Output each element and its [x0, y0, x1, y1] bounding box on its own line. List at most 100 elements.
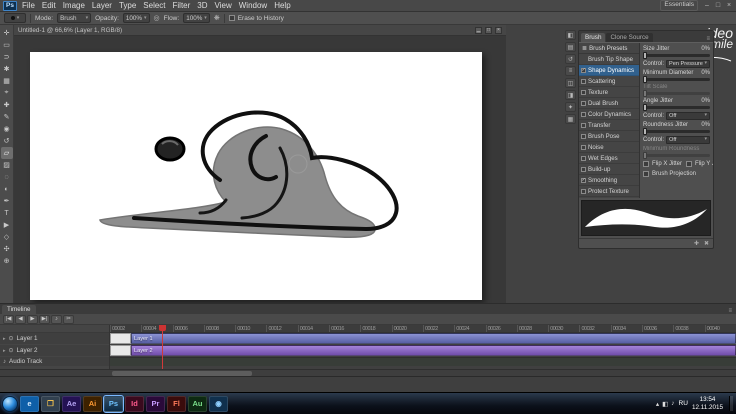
panel-icon[interactable]: ▤: [565, 42, 576, 52]
playhead[interactable]: [159, 325, 166, 369]
panel-icon[interactable]: ◧: [565, 30, 576, 40]
window-control-button[interactable]: –: [703, 2, 711, 9]
taskbar-icon[interactable]: e: [20, 395, 39, 412]
opacity-dropdown[interactable]: 100% ▾: [122, 13, 150, 23]
document-window-button[interactable]: □: [485, 26, 492, 34]
tool-button[interactable]: ◐: [1, 183, 13, 195]
menu-item[interactable]: Image: [63, 1, 85, 10]
document-window-button[interactable]: ×: [495, 26, 502, 34]
tool-button[interactable]: ◇: [1, 231, 13, 243]
brush-option-row[interactable]: ✓ Shape Dynamics: [579, 65, 639, 76]
tool-button[interactable]: ▱: [0, 147, 13, 159]
taskbar-icon[interactable]: Ps: [103, 394, 124, 413]
brush-option-row[interactable]: Texture: [579, 87, 639, 98]
transport-button[interactable]: ▶: [27, 314, 38, 324]
taskbar-icon[interactable]: Au: [188, 395, 207, 412]
brush-option-row[interactable]: Brush Tip Shape: [579, 54, 639, 65]
tool-button[interactable]: ◌: [1, 171, 13, 183]
tray-icon[interactable]: ▴: [656, 400, 659, 408]
brush-option-row[interactable]: Dual Brush: [579, 98, 639, 109]
tool-button[interactable]: ✛: [1, 27, 13, 39]
audio-track-header[interactable]: ♪ Audio Track: [0, 357, 109, 366]
taskbar-icon[interactable]: Id: [125, 395, 144, 412]
brush-presets-button[interactable]: ≣ Brush Presets: [579, 43, 639, 54]
menu-item[interactable]: View: [215, 1, 232, 10]
mode-dropdown[interactable]: Brush ▾: [57, 13, 92, 23]
transport-button[interactable]: ♪: [51, 314, 62, 324]
audio-track-row[interactable]: [110, 357, 736, 366]
panel-tab[interactable]: Brush: [581, 33, 606, 42]
brush-preset-picker[interactable]: ▾: [4, 13, 26, 23]
checkbox-box[interactable]: [643, 160, 649, 167]
workspace-switcher[interactable]: Essentials: [660, 0, 698, 11]
eye-icon[interactable]: ⊙: [9, 347, 14, 354]
tool-button[interactable]: ⊃: [1, 51, 13, 63]
tool-button[interactable]: ✣: [1, 243, 13, 255]
playhead-handle[interactable]: [159, 325, 166, 331]
transport-button[interactable]: ✂: [63, 314, 74, 324]
option-checkbox[interactable]: ✓: [581, 177, 586, 183]
brush-option-row[interactable]: Color Dynamics: [579, 109, 639, 120]
delete-brush-icon[interactable]: ✖: [704, 240, 709, 247]
option-checkbox[interactable]: [581, 122, 586, 128]
option-checkbox[interactable]: [581, 155, 586, 161]
checkbox-box[interactable]: [686, 160, 693, 167]
checkbox-box[interactable]: [643, 170, 649, 177]
angle-control-dropdown[interactable]: Off ▾: [666, 111, 710, 120]
panel-icon[interactable]: ✦: [565, 102, 576, 112]
tool-button[interactable]: ◉: [1, 123, 13, 135]
tool-button[interactable]: ✱: [1, 63, 13, 75]
menu-item[interactable]: Edit: [42, 1, 56, 10]
taskbar-icon[interactable]: Fl: [167, 395, 186, 412]
menu-item[interactable]: File: [22, 1, 35, 10]
roundness-control-dropdown[interactable]: Off ▾: [666, 135, 710, 144]
option-checkbox[interactable]: [581, 78, 586, 84]
erase-to-history-checkbox[interactable]: Erase to History: [228, 15, 284, 22]
language-indicator[interactable]: RU: [679, 400, 688, 407]
document-window-button[interactable]: ▁: [475, 26, 482, 34]
twirl-icon[interactable]: ▸: [3, 348, 6, 354]
panel-icon[interactable]: ◨: [565, 90, 576, 100]
tool-button[interactable]: ▶: [1, 219, 13, 231]
clip-head[interactable]: [110, 345, 131, 356]
angle-jitter-slider[interactable]: [643, 104, 710, 111]
window-control-button[interactable]: ×: [725, 2, 733, 9]
brush-projection-checkbox[interactable]: Brush Projection: [643, 170, 696, 177]
taskbar-icon[interactable]: ❐: [41, 395, 60, 412]
new-brush-icon[interactable]: ✚: [694, 240, 699, 247]
panel-tab[interactable]: Clone Source: [606, 33, 653, 42]
tool-button[interactable]: ⌖: [1, 87, 13, 99]
brush-option-row[interactable]: Scattering: [579, 76, 639, 87]
clock[interactable]: 13:54 12.11.2015: [692, 396, 723, 410]
panel-icon[interactable]: ↺: [565, 54, 576, 64]
track-header[interactable]: ▸ ⊙ Layer 1: [0, 333, 109, 344]
brush-option-row[interactable]: Build-up: [579, 164, 639, 175]
tool-button[interactable]: ▭: [1, 39, 13, 51]
pen-pressure-opacity-icon[interactable]: ◎: [154, 14, 160, 22]
tool-button[interactable]: ↺: [1, 135, 13, 147]
window-control-button[interactable]: □: [714, 2, 722, 9]
option-checkbox[interactable]: [581, 89, 586, 95]
minimum-diameter-slider[interactable]: [643, 76, 710, 83]
brush-option-row[interactable]: Protect Texture: [579, 186, 639, 197]
brush-option-row[interactable]: Brush Pose: [579, 131, 639, 142]
tray-icon[interactable]: ♪: [671, 400, 674, 408]
option-checkbox[interactable]: [581, 188, 586, 194]
timeline-ruler[interactable]: 00002 00004 00006 00008 00010 00012 00014 00016…: [110, 325, 736, 333]
canvas-surface[interactable]: [30, 52, 482, 300]
tool-button[interactable]: T: [1, 207, 13, 219]
taskbar-icon[interactable]: Pr: [146, 395, 165, 412]
brush-option-row[interactable]: Transfer: [579, 120, 639, 131]
tool-button[interactable]: ▦: [1, 75, 13, 87]
taskbar-icon[interactable]: Ae: [62, 395, 81, 412]
tool-button[interactable]: ✎: [1, 111, 13, 123]
start-button[interactable]: [2, 395, 18, 412]
twirl-icon[interactable]: ▸: [3, 336, 6, 342]
brush-option-row[interactable]: ✓ Smoothing: [579, 175, 639, 186]
menu-item[interactable]: Help: [274, 1, 290, 10]
clip-bar[interactable]: Layer 2: [131, 345, 736, 356]
track-header[interactable]: ▸ ⊙ Layer 2: [0, 345, 109, 356]
brush-option-row[interactable]: Wet Edges: [579, 153, 639, 164]
transport-button[interactable]: ◀: [15, 314, 26, 324]
option-checkbox[interactable]: [581, 100, 586, 106]
